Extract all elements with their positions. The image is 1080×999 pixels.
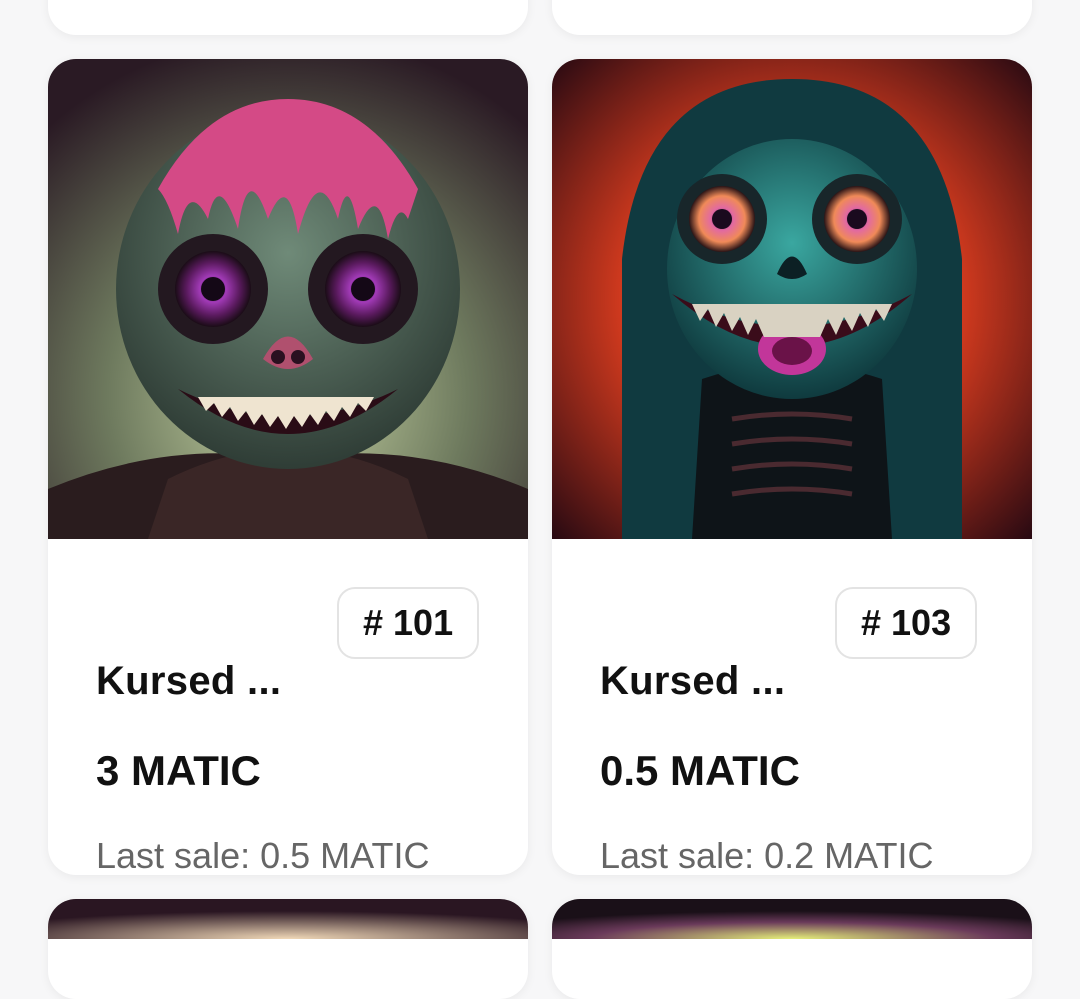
nft-price: 0.5 MATIC xyxy=(600,747,800,794)
nft-image[interactable] xyxy=(552,899,1032,939)
nft-card-bottom-left[interactable] xyxy=(48,899,528,999)
nft-name: Kursed ... xyxy=(600,659,786,703)
last-sale: Last sale: 0.2 MATIC xyxy=(600,835,934,875)
nft-image[interactable] xyxy=(552,59,1032,539)
nft-image[interactable] xyxy=(48,899,528,939)
token-id-badge: # 103 xyxy=(835,587,978,659)
last-sale: Last sale: 0.5 MATIC xyxy=(96,835,430,875)
nft-card-bottom-right[interactable] xyxy=(552,899,1032,999)
nft-card-top-left[interactable] xyxy=(48,0,528,35)
token-id-badge: # 101 xyxy=(337,587,480,659)
nft-image[interactable] xyxy=(48,59,528,539)
nft-name: Kursed ... xyxy=(96,659,282,703)
nft-price: 3 MATIC xyxy=(96,747,261,794)
nft-card[interactable]: Kursed ... # 103 0.5 MATIC Last sale: 0.… xyxy=(552,59,1032,875)
nft-card[interactable]: Kursed ... # 101 3 MATIC Last sale: 0.5 … xyxy=(48,59,528,875)
nft-card-top-right[interactable] xyxy=(552,0,1032,35)
